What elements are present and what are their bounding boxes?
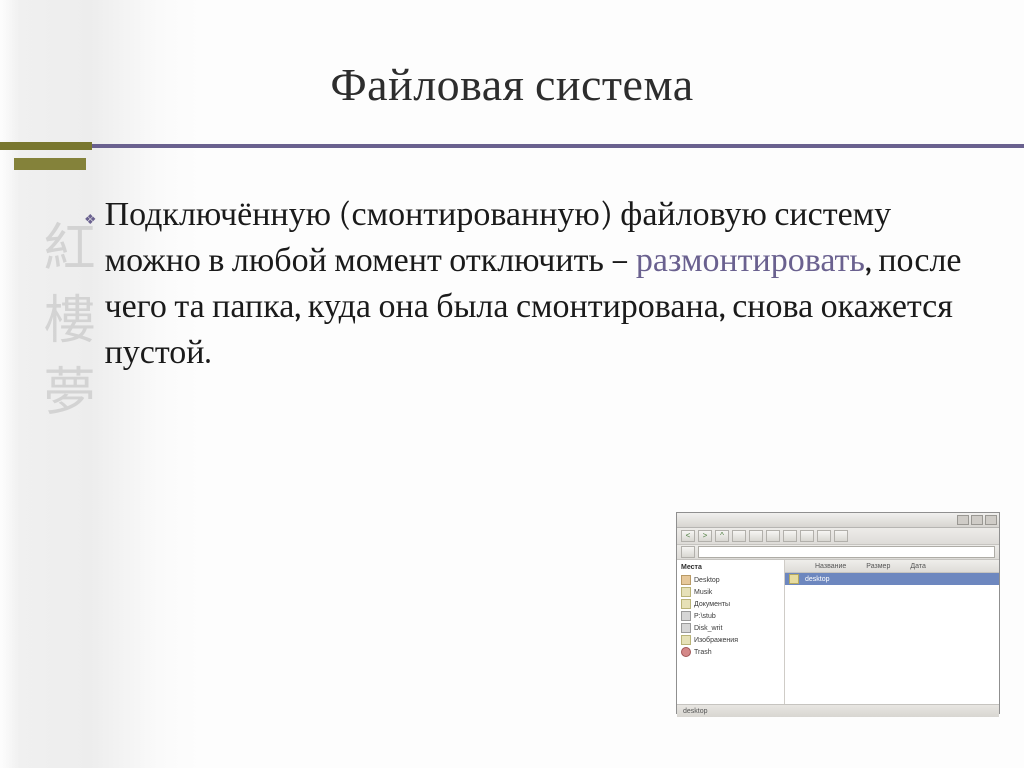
disk-icon [681, 623, 691, 633]
fm-content: Места Desktop Musik Документы P:\stub Di… [677, 560, 999, 704]
rule-purple-bar [0, 144, 1024, 148]
body-area: ❖ Подключённую (смонтированную) файловую… [0, 156, 1024, 376]
folder-icon [681, 587, 691, 597]
up-icon [715, 530, 729, 542]
fm-main: Название Размер Дата desktop [785, 560, 999, 704]
window-max-icon [971, 515, 983, 525]
disk-icon [681, 611, 691, 621]
addr-icon [681, 546, 695, 558]
sidebar-header: Места [681, 564, 780, 571]
sidebar-item-label: Документы [694, 601, 730, 608]
body-text-highlight: размонтировать [636, 240, 865, 280]
tool-icon [834, 530, 848, 542]
home-icon [749, 530, 763, 542]
background-spine-glyphs: 紅樓夢 [24, 220, 102, 436]
sidebar-item: Desktop [681, 574, 780, 586]
sidebar-item: P:\stub [681, 610, 780, 622]
col-date: Дата [910, 563, 926, 570]
horizontal-rule [0, 136, 1024, 156]
fm-sidebar: Места Desktop Musik Документы P:\stub Di… [677, 560, 785, 704]
rule-olive-cap [0, 142, 92, 150]
forward-icon [698, 530, 712, 542]
sidebar-item: Trash [681, 646, 780, 658]
bullet-icon: ❖ [84, 198, 97, 242]
file-manager-thumbnail: Места Desktop Musik Документы P:\stub Di… [676, 512, 1000, 714]
bullet-item: ❖ Подключённую (смонтированную) файловую… [84, 192, 970, 376]
col-size: Размер [866, 563, 890, 570]
sidebar-item-label: Изображения [694, 637, 738, 644]
folder-icon [681, 599, 691, 609]
tool-icon [800, 530, 814, 542]
slide-title: Файловая система [0, 58, 1024, 112]
sidebar-item-label: Musik [694, 589, 712, 596]
folder-icon [681, 635, 691, 645]
folder-icon [789, 574, 799, 584]
reload-icon [732, 530, 746, 542]
sidebar-item: Disk_writ [681, 622, 780, 634]
tool-icon [783, 530, 797, 542]
trash-icon [681, 647, 691, 657]
tool-icon [817, 530, 831, 542]
col-name: Название [815, 563, 846, 570]
body-text: Подключённую (смонтированную) файловую с… [105, 192, 970, 376]
selected-folder-label: desktop [805, 576, 830, 583]
home-folder-icon [681, 575, 691, 585]
window-titlebar [677, 513, 999, 528]
sidebar-item-label: Desktop [694, 577, 720, 584]
sidebar-item-label: Disk_writ [694, 625, 722, 632]
address-field [698, 546, 995, 558]
sidebar-item: Документы [681, 598, 780, 610]
title-area: Файловая система [0, 0, 1024, 112]
statusbar-text: desktop [683, 708, 708, 715]
sidebar-item-label: P:\stub [694, 613, 716, 620]
sidebar-item: Musik [681, 586, 780, 598]
window-close-icon [985, 515, 997, 525]
toolbar-nav [677, 528, 999, 545]
back-icon [681, 530, 695, 542]
sidebar-item: Изображения [681, 634, 780, 646]
fm-selected-row: desktop [785, 573, 999, 585]
slide: 紅樓夢 Файловая система ❖ Подключённую (смо… [0, 0, 1024, 768]
window-min-icon [957, 515, 969, 525]
tool-icon [766, 530, 780, 542]
fm-statusbar: desktop [677, 704, 999, 717]
rule-olive-accent [14, 158, 86, 170]
sidebar-item-label: Trash [694, 649, 712, 656]
toolbar-address [677, 545, 999, 560]
fm-columns: Название Размер Дата [785, 560, 999, 573]
